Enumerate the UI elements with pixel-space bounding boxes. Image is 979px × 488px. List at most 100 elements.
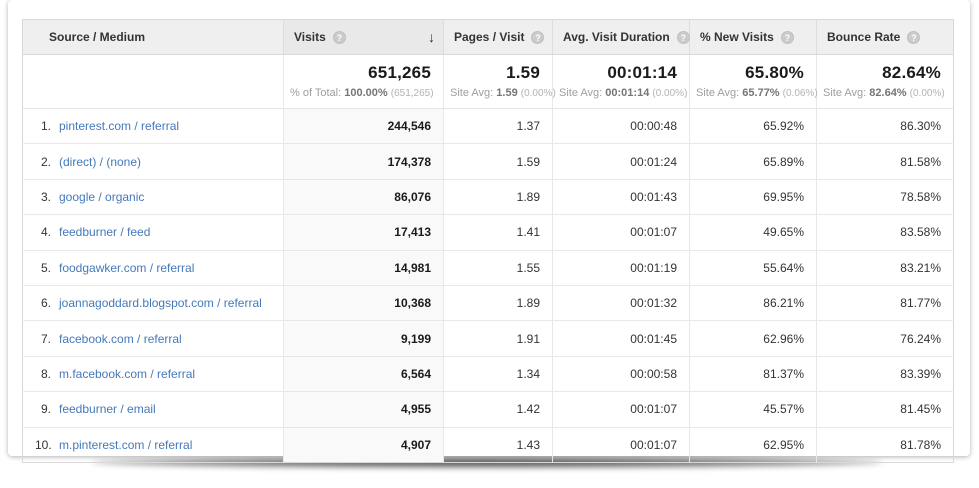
row-rank: 9. [35,402,51,416]
column-label: Source / Medium [49,30,145,44]
row-rank: 10. [35,438,51,452]
row-rank: 6. [35,296,51,310]
visits-value: 244,546 [284,109,444,144]
avg-visit-duration-value: 00:01:19 [553,250,690,285]
source-medium-link[interactable]: m.pinterest.com / referral [59,438,192,452]
totals-pages-cell: 1.59 Site Avg: 1.59 (0.00%) [444,55,553,109]
visits-value: 10,368 [284,285,444,320]
source-medium-link[interactable]: joannagoddard.blogspot.com / referral [59,296,262,310]
source-medium-link[interactable]: foodgawker.com / referral [59,261,194,275]
total-visits-value: 651,265 [290,63,431,83]
total-new-visits-value: 65.80% [696,63,804,83]
total-bounce-value: 82.64% [823,63,941,83]
pages-per-visit-value: 1.59 [444,144,553,179]
pages-per-visit-value: 1.89 [444,179,553,214]
row-rank: 2. [35,155,51,169]
pages-per-visit-value: 1.41 [444,215,553,250]
table-row: 9. feedburner / email 4,955 1.42 00:01:07… [23,392,954,427]
column-header-avg-visit-duration[interactable]: Avg. Visit Duration ? [553,20,690,55]
source-medium-link[interactable]: feedburner / email [59,402,156,416]
total-duration-value: 00:01:14 [559,63,677,83]
column-header-percent-new-visits[interactable]: % New Visits ? [690,20,817,55]
avg-visit-duration-value: 00:01:45 [553,321,690,356]
avg-visit-duration-value: 00:01:24 [553,144,690,179]
avg-visit-duration-value: 00:01:07 [553,215,690,250]
row-rank: 8. [35,367,51,381]
column-header-pages-per-visit[interactable]: Pages / Visit ? [444,20,553,55]
bounce-rate-value: 81.77% [817,285,954,320]
totals-visits-cell: 651,265 % of Total: 100.00% (651,265) [284,55,444,109]
totals-row: 651,265 % of Total: 100.00% (651,265) 1.… [23,55,954,109]
avg-visit-duration-value: 00:01:43 [553,179,690,214]
bounce-rate-value: 81.78% [817,427,954,462]
row-rank: 3. [35,190,51,204]
avg-visit-duration-value: 00:01:07 [553,392,690,427]
pages-per-visit-value: 1.37 [444,109,553,144]
table-row: 10. m.pinterest.com / referral 4,907 1.43… [23,427,954,462]
pages-per-visit-value: 1.55 [444,250,553,285]
column-label: Visits [294,30,326,44]
visits-value: 17,413 [284,215,444,250]
percent-new-visits-value: 55.64% [690,250,817,285]
bounce-rate-value: 83.39% [817,356,954,391]
bounce-rate-value: 76.24% [817,321,954,356]
bounce-rate-value: 86.30% [817,109,954,144]
help-icon[interactable]: ? [907,31,920,44]
percent-new-visits-value: 65.92% [690,109,817,144]
table-row: 3.google / organic 86,076 1.89 00:01:43 … [23,179,954,214]
row-rank: 4. [35,225,51,239]
source-medium-link[interactable]: pinterest.com / referral [59,119,179,133]
bounce-rate-value: 81.45% [817,392,954,427]
percent-new-visits-value: 49.65% [690,215,817,250]
visits-value: 86,076 [284,179,444,214]
column-label: Pages / Visit [454,30,524,44]
percent-new-visits-value: 65.89% [690,144,817,179]
total-new-visits-subline: Site Avg: 65.77% (0.06%) [696,87,804,99]
table-row: 1.pinterest.com / referral 244,546 1.37 … [23,109,954,144]
pages-per-visit-value: 1.89 [444,285,553,320]
help-icon[interactable]: ? [531,31,544,44]
help-icon[interactable]: ? [781,31,794,44]
help-icon[interactable]: ? [333,31,346,44]
column-header-visits[interactable]: Visits ? ↓ [284,20,444,55]
total-pages-value: 1.59 [450,63,540,83]
row-rank: 5. [35,261,51,275]
column-label: Bounce Rate [827,30,900,44]
visits-value: 4,955 [284,392,444,427]
column-header-source-medium[interactable]: Source / Medium [23,20,284,55]
source-medium-link[interactable]: facebook.com / referral [59,332,182,346]
sort-descending-icon: ↓ [428,29,435,45]
source-medium-table: Source / Medium Visits ? ↓ Pages / Visit… [22,19,954,463]
bounce-rate-value: 78.58% [817,179,954,214]
column-label: % New Visits [700,30,774,44]
table-row: 5.foodgawker.com / referral 14,981 1.55 … [23,250,954,285]
pages-per-visit-value: 1.91 [444,321,553,356]
visits-value: 4,907 [284,427,444,462]
column-header-bounce-rate[interactable]: Bounce Rate ? [817,20,954,55]
totals-duration-cell: 00:01:14 Site Avg: 00:01:14 (0.00%) [553,55,690,109]
table-row: 8.m.facebook.com / referral 6,564 1.34 0… [23,356,954,391]
totals-new-visits-cell: 65.80% Site Avg: 65.77% (0.06%) [690,55,817,109]
source-medium-link[interactable]: feedburner / feed [59,225,150,239]
totals-bounce-cell: 82.64% Site Avg: 82.64% (0.00%) [817,55,954,109]
avg-visit-duration-value: 00:00:48 [553,109,690,144]
percent-new-visits-value: 62.95% [690,427,817,462]
row-rank: 1. [35,119,51,133]
analytics-table-screenshot: Source / Medium Visits ? ↓ Pages / Visit… [0,0,979,488]
pages-per-visit-value: 1.43 [444,427,553,462]
column-label: Avg. Visit Duration [563,30,670,44]
bounce-rate-value: 83.58% [817,215,954,250]
pages-per-visit-value: 1.42 [444,392,553,427]
bounce-rate-value: 81.58% [817,144,954,179]
percent-new-visits-value: 62.96% [690,321,817,356]
source-medium-link[interactable]: (direct) / (none) [59,155,141,169]
percent-new-visits-value: 81.37% [690,356,817,391]
table-header-row: Source / Medium Visits ? ↓ Pages / Visit… [23,20,954,55]
source-medium-link[interactable]: m.facebook.com / referral [59,367,195,381]
avg-visit-duration-value: 00:01:07 [553,427,690,462]
help-icon[interactable]: ? [677,31,690,44]
avg-visit-duration-value: 00:01:32 [553,285,690,320]
source-medium-link[interactable]: google / organic [59,190,144,204]
visits-value: 174,378 [284,144,444,179]
table-row: 7.facebook.com / referral 9,199 1.91 00:… [23,321,954,356]
